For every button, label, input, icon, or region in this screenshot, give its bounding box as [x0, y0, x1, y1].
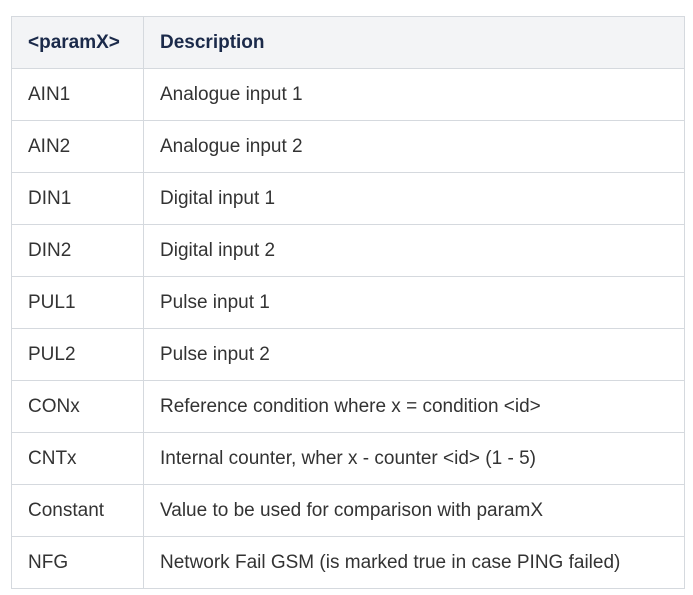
table-row: Constant Value to be used for comparison… [11, 484, 685, 537]
param-cell: PUL2 [11, 328, 144, 381]
description-cell: Value to be used for comparison with par… [143, 484, 685, 537]
table-header: <paramX> Description [11, 16, 685, 69]
description-cell: Network Fail GSM (is marked true in case… [143, 536, 685, 589]
table-row: DIN2 Digital input 2 [11, 224, 685, 277]
description-cell: Digital input 2 [143, 224, 685, 277]
param-cell: DIN1 [11, 172, 144, 225]
param-cell: DIN2 [11, 224, 144, 277]
description-cell: Internal counter, wher x - counter <id> … [143, 432, 685, 485]
description-cell: Analogue input 1 [143, 68, 685, 121]
param-table: <paramX> Description AIN1 Analogue input… [11, 16, 685, 589]
table-row: DIN1 Digital input 1 [11, 172, 685, 225]
param-cell: AIN2 [11, 120, 144, 173]
param-table-container: <paramX> Description AIN1 Analogue input… [11, 16, 685, 589]
table-header-row: <paramX> Description [11, 16, 685, 69]
description-cell: Pulse input 1 [143, 276, 685, 329]
param-cell: NFG [11, 536, 144, 589]
column-header-param: <paramX> [11, 16, 144, 69]
table-row: AIN2 Analogue input 2 [11, 120, 685, 173]
param-cell: CNTx [11, 432, 144, 485]
table-row: CNTx Internal counter, wher x - counter … [11, 432, 685, 485]
param-cell: Constant [11, 484, 144, 537]
description-cell: Digital input 1 [143, 172, 685, 225]
table-row: PUL2 Pulse input 2 [11, 328, 685, 381]
param-cell: PUL1 [11, 276, 144, 329]
param-cell: AIN1 [11, 68, 144, 121]
table-row: CONx Reference condition where x = condi… [11, 380, 685, 433]
table-row: NFG Network Fail GSM (is marked true in … [11, 536, 685, 589]
table-row: PUL1 Pulse input 1 [11, 276, 685, 329]
table-row: AIN1 Analogue input 1 [11, 68, 685, 121]
column-header-description: Description [143, 16, 685, 69]
description-cell: Reference condition where x = condition … [143, 380, 685, 433]
table-body: AIN1 Analogue input 1 AIN2 Analogue inpu… [11, 68, 685, 589]
param-cell: CONx [11, 380, 144, 433]
description-cell: Pulse input 2 [143, 328, 685, 381]
description-cell: Analogue input 2 [143, 120, 685, 173]
